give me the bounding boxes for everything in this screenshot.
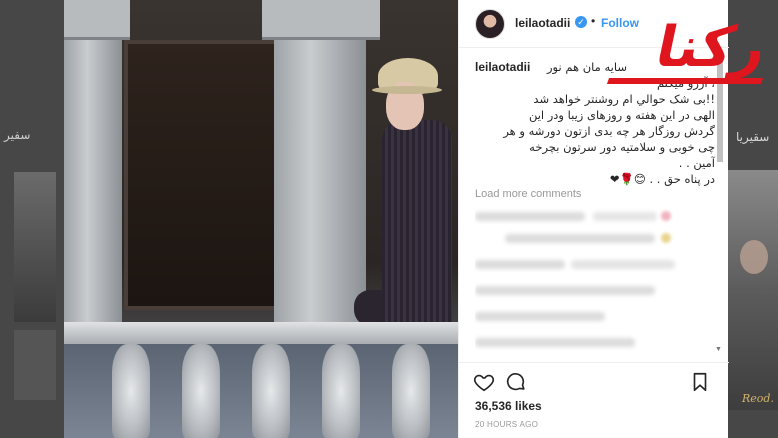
comment-icon[interactable] <box>505 371 527 393</box>
heart-icon[interactable] <box>473 371 495 393</box>
blurred-emoji <box>661 233 671 243</box>
photo-capital-center <box>262 0 380 40</box>
background-right-signature: Reod. <box>742 392 774 405</box>
watermark-logo-text: رکنا <box>650 15 774 80</box>
background-left-thumbnail <box>14 172 56 322</box>
photo-baluster <box>112 344 150 438</box>
photo-figure-body <box>382 120 452 330</box>
photo-baluster <box>182 344 220 438</box>
blurred-comment <box>475 312 605 321</box>
photo-capital-left <box>64 0 130 40</box>
blurred-comment <box>475 338 635 347</box>
blurred-comment <box>505 234 655 243</box>
avatar[interactable] <box>475 9 505 39</box>
caption-line: گردش روزگار هر چه بدی ازتون دورشه و هر <box>503 124 715 138</box>
background-right-thumbnail[interactable] <box>726 170 778 410</box>
blurred-emoji <box>661 211 671 221</box>
photo-baluster <box>252 344 290 438</box>
caption-line: !!بی شک حوالي ام روشنتر خواهد شد <box>533 92 715 106</box>
background-left-thumbnail-2 <box>14 330 56 400</box>
caption-line: آمین . . <box>678 156 715 170</box>
header-username[interactable]: leilaotadii <box>515 16 570 30</box>
photo-baluster <box>392 344 430 438</box>
caption-line: در پناه حق . . 😊🌹❤ <box>609 172 715 186</box>
load-more-comments-link[interactable]: Load more comments <box>475 188 581 200</box>
scroll-down-arrow-icon[interactable]: ▼ <box>715 346 722 353</box>
watermark-logo-underline <box>606 78 764 84</box>
action-bar <box>459 362 729 396</box>
background-left-text: سفیر <box>4 128 31 142</box>
verified-badge-icon: ✓ <box>575 16 587 28</box>
photo-baluster <box>322 344 360 438</box>
blurred-comment <box>475 260 565 269</box>
background-right-face <box>740 240 768 274</box>
blurred-comment <box>593 212 657 221</box>
bookmark-icon[interactable] <box>689 371 711 393</box>
post-timestamp[interactable]: 20 HOURS AGO <box>475 420 538 429</box>
caption-line: چی خوبی و سلامتیه دور سرتون بچرخه <box>529 140 715 154</box>
comments-area: leilaotadii سایه مان هم نور ، آرزو میکنم… <box>475 56 715 356</box>
watermark-logo: رکنا <box>604 15 773 84</box>
caption-username[interactable]: leilaotadii <box>475 60 530 74</box>
photo-hat-brim <box>372 86 442 94</box>
likes-count[interactable]: 36,536 likes <box>475 399 542 413</box>
caption-line: الهی در این هفته و روزهای زیبا ودر این <box>528 108 715 122</box>
photo-balustrade-rail <box>64 322 458 344</box>
separator-dot: • <box>591 14 596 28</box>
background-right-text: سقیریا <box>736 130 770 144</box>
blurred-comment <box>475 212 585 221</box>
post-photo[interactable] <box>64 0 458 438</box>
blurred-comment <box>571 260 675 269</box>
blurred-comment <box>475 286 655 295</box>
